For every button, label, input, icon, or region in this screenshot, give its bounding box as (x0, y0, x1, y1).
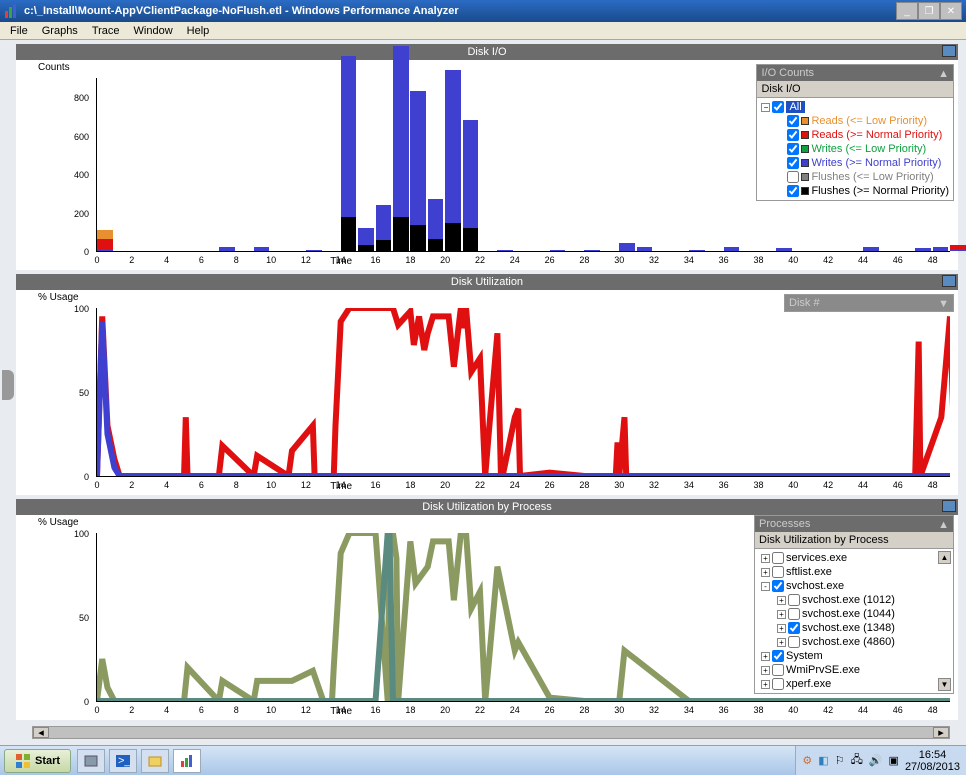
tree-toggle-icon[interactable]: + (777, 610, 786, 619)
tree-toggle-icon[interactable]: + (761, 554, 770, 563)
tree-collapse-icon[interactable]: − (761, 103, 770, 112)
legend-checkbox[interactable] (787, 129, 799, 141)
scroll-down-button[interactable]: ▼ (938, 678, 951, 691)
legend-checkbox[interactable] (772, 650, 784, 662)
taskbar: Start >_ ⚙ ◧ ⚐ 🖧 🔊 ▣ 16:54 27/08/2013 (0, 745, 966, 775)
legend-checkbox[interactable] (772, 580, 784, 592)
legend-checkbox[interactable] (788, 594, 800, 606)
legend-disk-num[interactable]: Disk #▼ (784, 294, 954, 312)
chart-disk-io[interactable]: Counts 024681012141618202224262830323436… (16, 60, 958, 270)
scroll-right-button[interactable]: ▸ (933, 727, 949, 738)
legend-checkbox[interactable] (787, 115, 799, 127)
legend-check-all[interactable] (772, 101, 784, 113)
legend-tab[interactable]: Disk Utilization by Process (755, 532, 953, 549)
menubar: File Graphs Trace Window Help (0, 22, 966, 40)
legend-processes[interactable]: Processes▲ Disk Utilization by Process ▲… (754, 515, 954, 694)
menu-graphs[interactable]: Graphs (36, 23, 84, 39)
legend-all-label[interactable]: All (786, 101, 804, 113)
tree-toggle-icon[interactable]: - (761, 582, 770, 591)
svg-text:>_: >_ (118, 755, 131, 767)
windows-logo-icon (15, 753, 31, 769)
tray-network-icon[interactable]: 🖧 (851, 751, 863, 770)
panel-collapse-button[interactable] (942, 275, 956, 287)
scroll-left-button[interactable]: ◂ (33, 727, 49, 738)
legend-checkbox[interactable] (772, 678, 784, 690)
close-button[interactable]: ✕ (940, 2, 962, 20)
menu-window[interactable]: Window (128, 23, 179, 39)
legend-checkbox[interactable] (788, 622, 800, 634)
tree-toggle-icon[interactable]: + (777, 596, 786, 605)
legend-checkbox[interactable] (788, 636, 800, 648)
tree-toggle-icon[interactable]: + (777, 638, 786, 647)
tray-clock[interactable]: 16:54 27/08/2013 (905, 749, 960, 773)
panel-disk-io: Disk I/O Counts 024681012141618202224262… (16, 44, 958, 270)
panel-collapse-button[interactable] (942, 45, 956, 57)
y-axis-label: % Usage (38, 292, 79, 303)
scrollbar-thumb[interactable] (49, 727, 933, 738)
app-icon (4, 3, 20, 19)
tree-toggle-icon[interactable]: + (761, 652, 770, 661)
legend-checkbox[interactable] (787, 157, 799, 169)
legend-checkbox[interactable] (772, 552, 784, 564)
legend-checkbox[interactable] (787, 171, 799, 183)
left-panel-handle[interactable] (2, 370, 14, 400)
tray-icon[interactable]: ⚙ (802, 754, 812, 767)
y-axis-label: Counts (38, 62, 70, 73)
tray-flag-icon[interactable]: ⚐ (835, 754, 845, 767)
panel-header-io: Disk I/O (16, 44, 958, 60)
menu-help[interactable]: Help (181, 23, 216, 39)
menu-trace[interactable]: Trace (86, 23, 126, 39)
legend-tab[interactable]: Disk I/O (757, 81, 953, 98)
taskbar-item-server[interactable] (77, 749, 105, 773)
legend-io-counts[interactable]: I/O Counts▲ Disk I/O −All Reads (<= Low … (756, 64, 954, 201)
legend-checkbox[interactable] (772, 566, 784, 578)
horizontal-scrollbar[interactable]: ◂ ▸ (32, 726, 950, 739)
tree-toggle-icon[interactable]: + (761, 666, 770, 675)
legend-checkbox[interactable] (787, 143, 799, 155)
maximize-button[interactable]: ❐ (918, 2, 940, 20)
panel-header-util: Disk Utilization (16, 274, 958, 290)
tree-toggle-icon[interactable]: + (761, 568, 770, 577)
y-axis-label: % Usage (38, 517, 79, 528)
tray-volume-icon[interactable]: 🔊 (869, 754, 883, 767)
taskbar-item-powershell[interactable]: >_ (109, 749, 137, 773)
scroll-up-button[interactable]: ▲ (938, 551, 951, 564)
chart-disk-util[interactable]: % Usage 02468101214161820222426283032343… (16, 290, 958, 495)
legend-checkbox[interactable] (787, 185, 799, 197)
minimize-button[interactable]: _ (896, 2, 918, 20)
tree-toggle-icon[interactable]: + (761, 680, 770, 689)
window-title: c:\_Install\Mount-AppVClientPackage-NoFl… (24, 5, 896, 17)
tree-toggle-icon[interactable]: + (777, 624, 786, 633)
panel-header-proc: Disk Utilization by Process (16, 499, 958, 515)
tray-icon[interactable]: ◧ (818, 754, 828, 767)
start-button[interactable]: Start (4, 749, 71, 773)
menu-file[interactable]: File (4, 23, 34, 39)
legend-checkbox[interactable] (772, 664, 784, 676)
tray-icon[interactable]: ▣ (889, 754, 899, 767)
system-tray: ⚙ ◧ ⚐ 🖧 🔊 ▣ 16:54 27/08/2013 (795, 746, 966, 775)
taskbar-item-explorer[interactable] (141, 749, 169, 773)
titlebar: c:\_Install\Mount-AppVClientPackage-NoFl… (0, 0, 966, 22)
panel-disk-util: Disk Utilization % Usage 024681012141618… (16, 274, 958, 495)
panel-disk-proc: Disk Utilization by Process % Usage 0246… (16, 499, 958, 720)
panel-collapse-button[interactable] (942, 500, 956, 512)
taskbar-item-wpa[interactable] (173, 749, 201, 773)
chart-disk-proc[interactable]: % Usage 02468101214161820222426283032343… (16, 515, 958, 720)
legend-checkbox[interactable] (788, 608, 800, 620)
